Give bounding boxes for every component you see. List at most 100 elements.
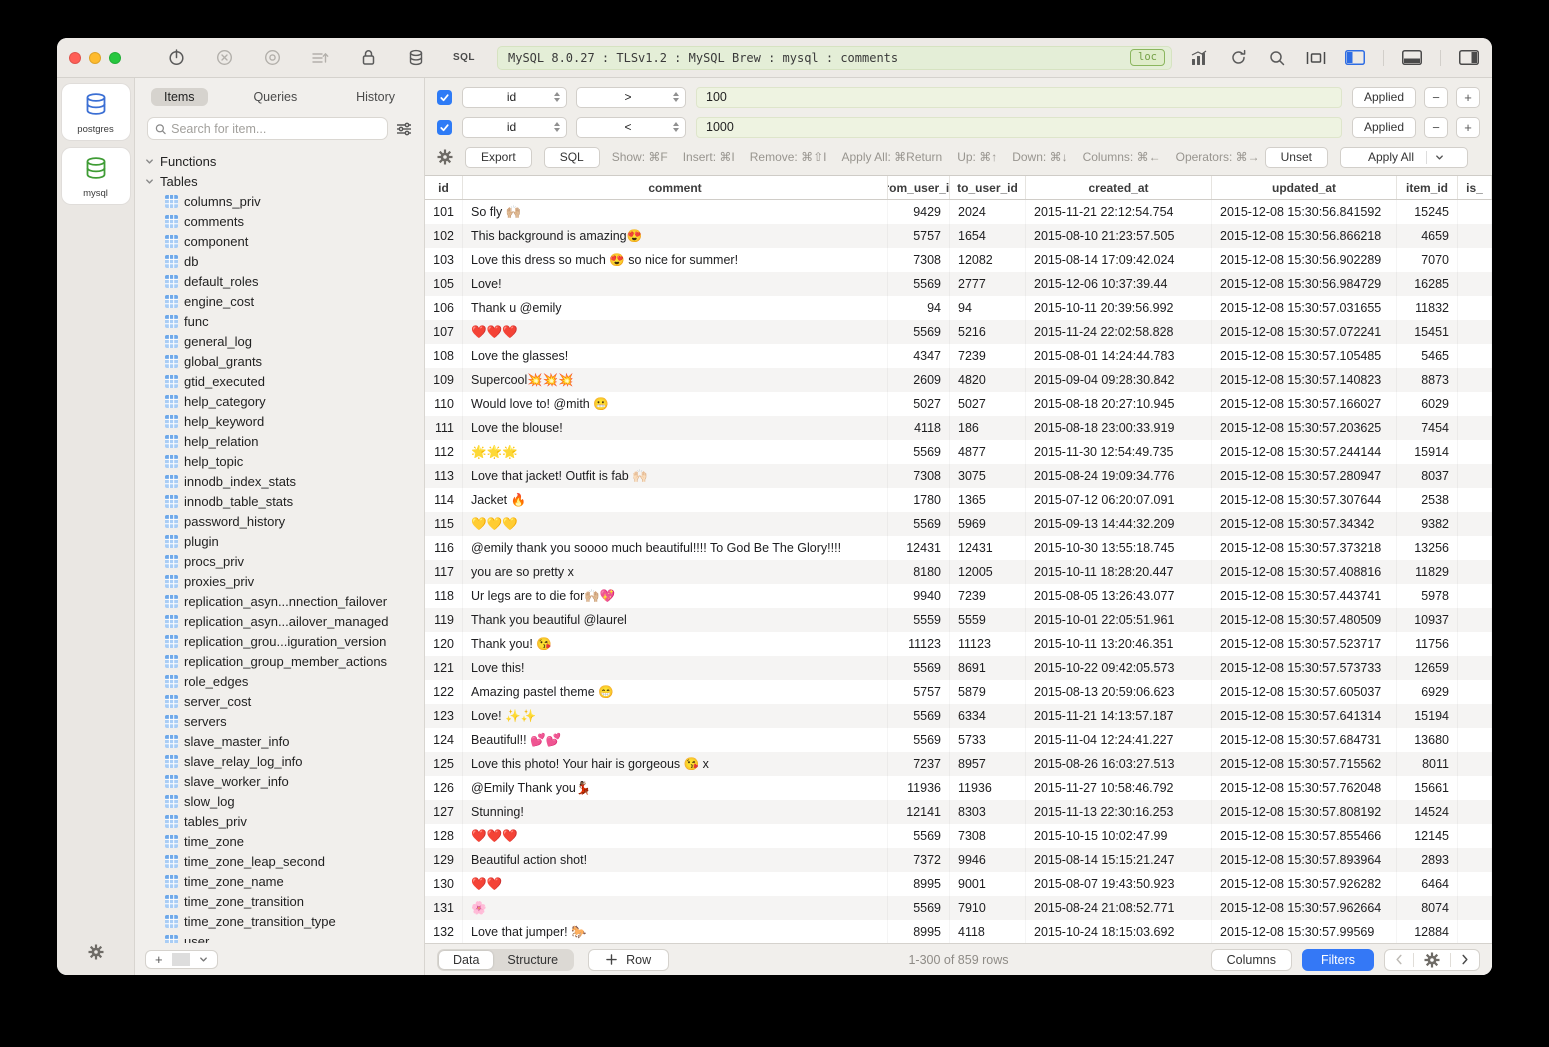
cell-created_at[interactable]: 2015-10-30 13:55:18.745 bbox=[1026, 536, 1212, 560]
cell-from_user_id[interactable]: 5569 bbox=[888, 320, 950, 344]
cell-to_user_id[interactable]: 5969 bbox=[950, 512, 1026, 536]
cell-updated_at[interactable]: 2015-12-08 15:30:57.762048 bbox=[1212, 776, 1397, 800]
filter-value-input[interactable] bbox=[696, 117, 1342, 138]
cell-created_at[interactable]: 2015-10-11 18:28:20.447 bbox=[1026, 560, 1212, 584]
cell-to_user_id[interactable]: 1365 bbox=[950, 488, 1026, 512]
cell-updated_at[interactable]: 2015-12-08 15:30:57.893964 bbox=[1212, 848, 1397, 872]
database-icon[interactable] bbox=[405, 47, 427, 69]
cell-updated_at[interactable]: 2015-12-08 15:30:57.34342 bbox=[1212, 512, 1397, 536]
cell-from_user_id[interactable]: 8180 bbox=[888, 560, 950, 584]
cell-comment[interactable]: ❤️❤️ bbox=[463, 872, 888, 896]
cell-from_user_id[interactable]: 5569 bbox=[888, 512, 950, 536]
cell-created_at[interactable]: 2015-10-11 13:20:46.351 bbox=[1026, 632, 1212, 656]
cell-item_id[interactable]: 2538 bbox=[1397, 488, 1458, 512]
filter-column-select[interactable]: id bbox=[462, 87, 567, 108]
close-window-button[interactable] bbox=[69, 52, 81, 64]
cell-from_user_id[interactable]: 1780 bbox=[888, 488, 950, 512]
cell-created_at[interactable]: 2015-08-18 20:27:10.945 bbox=[1026, 392, 1212, 416]
cell-item_id[interactable]: 9382 bbox=[1397, 512, 1458, 536]
cell-comment[interactable]: 🌟🌟🌟 bbox=[463, 440, 888, 464]
add-item-chevron[interactable] bbox=[190, 955, 217, 964]
cell-is_[interactable] bbox=[1458, 248, 1492, 272]
cell-is_[interactable] bbox=[1458, 512, 1492, 536]
connection-postgres[interactable]: postgres bbox=[62, 84, 130, 140]
sidebar-item-slave_master_info[interactable]: slave_master_info bbox=[145, 731, 424, 751]
cell-from_user_id[interactable]: 9429 bbox=[888, 200, 950, 224]
table-row[interactable]: 110Would love to! @mith 😬502750272015-08… bbox=[425, 392, 1492, 416]
cell-updated_at[interactable]: 2015-12-08 15:30:57.605037 bbox=[1212, 680, 1397, 704]
chevron-down-icon[interactable] bbox=[145, 157, 154, 166]
remove-filter-button[interactable]: − bbox=[1424, 87, 1448, 108]
cell-is_[interactable] bbox=[1458, 704, 1492, 728]
table-row[interactable]: 132Love that jumper! 🐎899541182015-10-24… bbox=[425, 920, 1492, 943]
sidebar-item-slave_worker_info[interactable]: slave_worker_info bbox=[145, 771, 424, 791]
table-row[interactable]: 114Jacket 🔥178013652015-07-12 06:20:07.0… bbox=[425, 488, 1492, 512]
minimize-window-button[interactable] bbox=[89, 52, 101, 64]
cell-comment[interactable]: Love this photo! Your hair is gorgeous 😘… bbox=[463, 752, 888, 776]
sidebar-item-user[interactable]: user bbox=[145, 931, 424, 943]
table-row[interactable]: 122Amazing pastel theme 😁575758792015-08… bbox=[425, 680, 1492, 704]
column-header-is_[interactable]: is_ bbox=[1458, 176, 1492, 199]
cell-is_[interactable] bbox=[1458, 200, 1492, 224]
cell-to_user_id[interactable]: 7910 bbox=[950, 896, 1026, 920]
cell-comment[interactable]: Beautiful action shot! bbox=[463, 848, 888, 872]
cell-from_user_id[interactable]: 5569 bbox=[888, 704, 950, 728]
tab-queries[interactable]: Queries bbox=[240, 88, 310, 106]
sidebar-item-replication_group_member_actions[interactable]: replication_group_member_actions bbox=[145, 651, 424, 671]
cell-id[interactable]: 132 bbox=[425, 920, 463, 943]
next-page-icon[interactable] bbox=[1451, 954, 1479, 965]
column-header-from_user_id[interactable]: from_user_id bbox=[888, 176, 950, 199]
cell-comment[interactable]: Love the glasses! bbox=[463, 344, 888, 368]
sidebar-item-help_relation[interactable]: help_relation bbox=[145, 431, 424, 451]
sidebar-item-component[interactable]: component bbox=[145, 231, 424, 251]
cell-to_user_id[interactable]: 2777 bbox=[950, 272, 1026, 296]
filter-enabled-checkbox[interactable] bbox=[437, 90, 452, 105]
cell-is_[interactable] bbox=[1458, 560, 1492, 584]
cell-to_user_id[interactable]: 7239 bbox=[950, 344, 1026, 368]
cell-is_[interactable] bbox=[1458, 272, 1492, 296]
filter-value-input[interactable] bbox=[696, 87, 1342, 108]
cell-from_user_id[interactable]: 4347 bbox=[888, 344, 950, 368]
cell-item_id[interactable]: 11829 bbox=[1397, 560, 1458, 584]
cell-id[interactable]: 127 bbox=[425, 800, 463, 824]
cell-from_user_id[interactable]: 5569 bbox=[888, 656, 950, 680]
table-row[interactable]: 128❤️❤️❤️556973082015-10-15 10:02:47.992… bbox=[425, 824, 1492, 848]
cell-id[interactable]: 117 bbox=[425, 560, 463, 584]
cell-comment[interactable]: Love this dress so much 😍 so nice for su… bbox=[463, 248, 888, 272]
tab-items[interactable]: Items bbox=[151, 88, 208, 106]
list-up-icon[interactable] bbox=[309, 47, 331, 69]
cell-updated_at[interactable]: 2015-12-08 15:30:56.866218 bbox=[1212, 224, 1397, 248]
cell-to_user_id[interactable]: 12431 bbox=[950, 536, 1026, 560]
cell-comment[interactable]: Thank u @emily bbox=[463, 296, 888, 320]
cell-id[interactable]: 116 bbox=[425, 536, 463, 560]
cell-comment[interactable]: Amazing pastel theme 😁 bbox=[463, 680, 888, 704]
cell-item_id[interactable]: 6464 bbox=[1397, 872, 1458, 896]
cell-comment[interactable]: Thank you beautiful @laurel bbox=[463, 608, 888, 632]
table-row[interactable]: 102This background is amazing😍5757165420… bbox=[425, 224, 1492, 248]
cell-to_user_id[interactable]: 4118 bbox=[950, 920, 1026, 943]
cell-id[interactable]: 106 bbox=[425, 296, 463, 320]
table-row[interactable]: 121Love this!556986912015-10-22 09:42:05… bbox=[425, 656, 1492, 680]
cell-comment[interactable]: Stunning! bbox=[463, 800, 888, 824]
table-row[interactable]: 112🌟🌟🌟556948772015-11-30 12:54:49.735201… bbox=[425, 440, 1492, 464]
cell-item_id[interactable]: 13256 bbox=[1397, 536, 1458, 560]
cell-comment[interactable]: Thank you! 😘 bbox=[463, 632, 888, 656]
cell-updated_at[interactable]: 2015-12-08 15:30:56.902289 bbox=[1212, 248, 1397, 272]
sidebar-item-slave_relay_log_info[interactable]: slave_relay_log_info bbox=[145, 751, 424, 771]
search-field[interactable] bbox=[147, 117, 388, 140]
cell-to_user_id[interactable]: 4820 bbox=[950, 368, 1026, 392]
cell-from_user_id[interactable]: 5569 bbox=[888, 272, 950, 296]
cell-comment[interactable]: So fly 🙌🏼 bbox=[463, 200, 888, 224]
cell-is_[interactable] bbox=[1458, 800, 1492, 824]
cell-updated_at[interactable]: 2015-12-08 15:30:57.373218 bbox=[1212, 536, 1397, 560]
cell-id[interactable]: 121 bbox=[425, 656, 463, 680]
cell-updated_at[interactable]: 2015-12-08 15:30:57.684731 bbox=[1212, 728, 1397, 752]
cell-from_user_id[interactable]: 5757 bbox=[888, 224, 950, 248]
cell-id[interactable]: 111 bbox=[425, 416, 463, 440]
cell-to_user_id[interactable]: 4877 bbox=[950, 440, 1026, 464]
tab-structure[interactable]: Structure bbox=[493, 951, 572, 969]
filter-settings-gear-icon[interactable] bbox=[437, 149, 453, 165]
cell-to_user_id[interactable]: 7308 bbox=[950, 824, 1026, 848]
prev-page-icon[interactable] bbox=[1385, 954, 1413, 965]
cell-updated_at[interactable]: 2015-12-08 15:30:57.573733 bbox=[1212, 656, 1397, 680]
